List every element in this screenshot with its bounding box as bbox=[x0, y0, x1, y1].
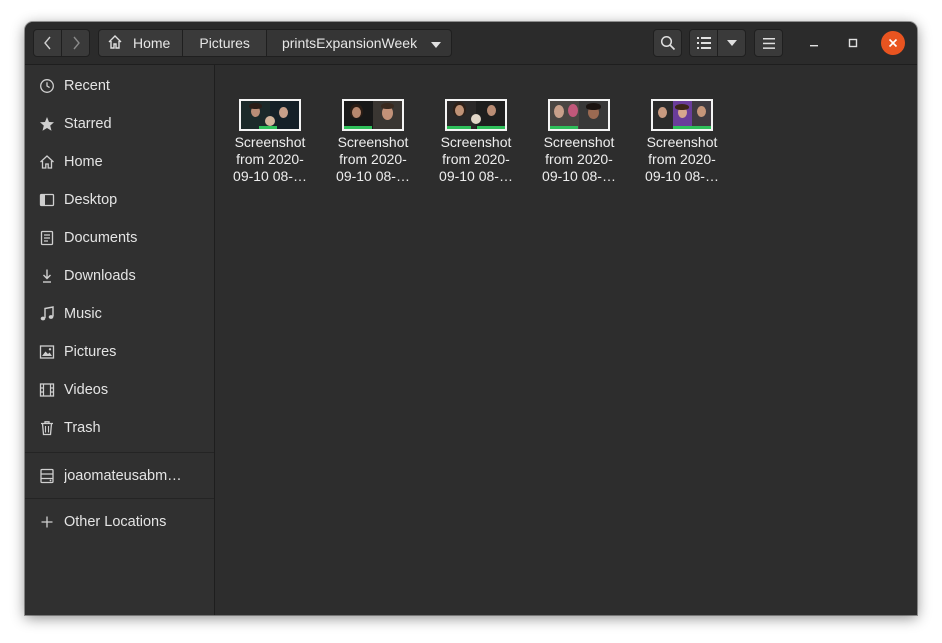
trash-icon bbox=[39, 420, 55, 436]
home-icon bbox=[107, 34, 123, 53]
home-icon bbox=[39, 154, 55, 170]
breadcrumb: Home Pictures printsExpansionWeek bbox=[98, 29, 453, 57]
breadcrumb-pictures[interactable]: Pictures bbox=[183, 29, 267, 57]
sidebar-item-label: Other Locations bbox=[64, 514, 167, 530]
close-button[interactable] bbox=[881, 31, 905, 55]
sidebar-item-other-locations[interactable]: Other Locations bbox=[25, 503, 214, 541]
minimize-button[interactable] bbox=[802, 31, 826, 55]
sidebar-item-label: Documents bbox=[64, 230, 138, 246]
dropdown-arrow-icon[interactable] bbox=[431, 35, 442, 51]
star-icon bbox=[39, 116, 55, 132]
file-name: Screenshot from 2020- 09-10 08-… bbox=[542, 134, 616, 184]
minimize-icon bbox=[810, 45, 818, 47]
sidebar-item-network-drive[interactable]: joaomateusabm… bbox=[25, 457, 214, 495]
file-item[interactable]: Screenshot from 2020- 09-10 08-… bbox=[431, 99, 521, 185]
download-icon bbox=[39, 268, 55, 284]
file-name: Screenshot from 2020- 09-10 08-… bbox=[233, 134, 307, 184]
music-icon bbox=[39, 306, 55, 322]
sidebar-item-starred[interactable]: Starred bbox=[25, 105, 214, 143]
sidebar-item-label: Recent bbox=[64, 78, 110, 94]
forward-button[interactable] bbox=[61, 29, 90, 57]
breadcrumb-home-label: Home bbox=[133, 35, 171, 51]
sidebar-separator bbox=[25, 452, 214, 453]
hamburger-menu-icon bbox=[762, 37, 775, 49]
file-item[interactable]: Screenshot from 2020- 09-10 08-… bbox=[637, 99, 727, 185]
chevron-right-icon bbox=[72, 36, 80, 50]
file-view: Screenshot from 2020- 09-10 08-… Screensho… bbox=[215, 65, 917, 615]
file-manager-window: Home Pictures printsExpansionWeek Recent… bbox=[25, 22, 917, 615]
chevron-left-icon bbox=[43, 36, 51, 50]
sidebar-item-label: Downloads bbox=[64, 268, 136, 284]
sidebar-item-label: Videos bbox=[64, 382, 109, 398]
sidebar-item-label: Pictures bbox=[64, 344, 117, 360]
list-view-icon bbox=[696, 37, 711, 49]
menu-button[interactable] bbox=[754, 29, 783, 57]
image-thumbnail bbox=[445, 99, 507, 131]
sidebar-separator bbox=[25, 498, 214, 499]
file-name: Screenshot from 2020- 09-10 08-… bbox=[336, 134, 410, 184]
image-thumbnail bbox=[651, 99, 713, 131]
sidebar-item-label: Home bbox=[64, 154, 103, 170]
sidebar-item-label: Desktop bbox=[64, 192, 118, 208]
image-thumbnail bbox=[342, 99, 404, 131]
network-drive-icon bbox=[39, 468, 55, 484]
file-item[interactable]: Screenshot from 2020- 09-10 08-… bbox=[534, 99, 624, 185]
sidebar-item-label: Starred bbox=[64, 116, 112, 132]
breadcrumb-current-label: printsExpansionWeek bbox=[281, 35, 418, 51]
plus-icon bbox=[39, 514, 55, 530]
chevron-down-icon bbox=[726, 40, 737, 46]
header-bar: Home Pictures printsExpansionWeek bbox=[25, 22, 917, 65]
file-name: Screenshot from 2020- 09-10 08-… bbox=[439, 134, 513, 184]
sidebar-item-label: joaomateusabm… bbox=[64, 468, 182, 484]
sidebar-item-downloads[interactable]: Downloads bbox=[25, 257, 214, 295]
sidebar-item-home[interactable]: Home bbox=[25, 143, 214, 181]
maximize-button[interactable] bbox=[841, 31, 865, 55]
maximize-icon bbox=[848, 38, 858, 48]
sidebar-item-desktop[interactable]: Desktop bbox=[25, 181, 214, 219]
sidebar-item-music[interactable]: Music bbox=[25, 295, 214, 333]
file-name: Screenshot from 2020- 09-10 08-… bbox=[645, 134, 719, 184]
file-item[interactable]: Screenshot from 2020- 09-10 08-… bbox=[225, 99, 315, 185]
breadcrumb-pictures-label: Pictures bbox=[199, 35, 250, 51]
image-thumbnail bbox=[239, 99, 301, 131]
sidebar-item-trash[interactable]: Trash bbox=[25, 409, 214, 447]
search-icon bbox=[660, 35, 675, 51]
search-button[interactable] bbox=[653, 29, 682, 57]
breadcrumb-current[interactable]: printsExpansionWeek bbox=[266, 29, 453, 57]
sidebar: Recent Starred Home Desktop Documents Do… bbox=[25, 65, 215, 615]
clock-icon bbox=[39, 78, 55, 94]
sidebar-item-recent[interactable]: Recent bbox=[25, 67, 214, 105]
desktop-icon bbox=[39, 192, 55, 208]
image-thumbnail bbox=[548, 99, 610, 131]
sidebar-item-documents[interactable]: Documents bbox=[25, 219, 214, 257]
sidebar-item-videos[interactable]: Videos bbox=[25, 371, 214, 409]
breadcrumb-home[interactable]: Home bbox=[98, 29, 184, 57]
view-options-button[interactable] bbox=[717, 29, 746, 57]
list-view-button[interactable] bbox=[689, 29, 718, 57]
sidebar-item-label: Music bbox=[64, 306, 102, 322]
close-icon bbox=[888, 38, 898, 48]
film-icon bbox=[39, 382, 55, 398]
sidebar-item-pictures[interactable]: Pictures bbox=[25, 333, 214, 371]
file-item[interactable]: Screenshot from 2020- 09-10 08-… bbox=[328, 99, 418, 185]
picture-icon bbox=[39, 344, 55, 360]
sidebar-item-label: Trash bbox=[64, 420, 101, 436]
document-icon bbox=[39, 230, 55, 246]
back-button[interactable] bbox=[33, 29, 62, 57]
